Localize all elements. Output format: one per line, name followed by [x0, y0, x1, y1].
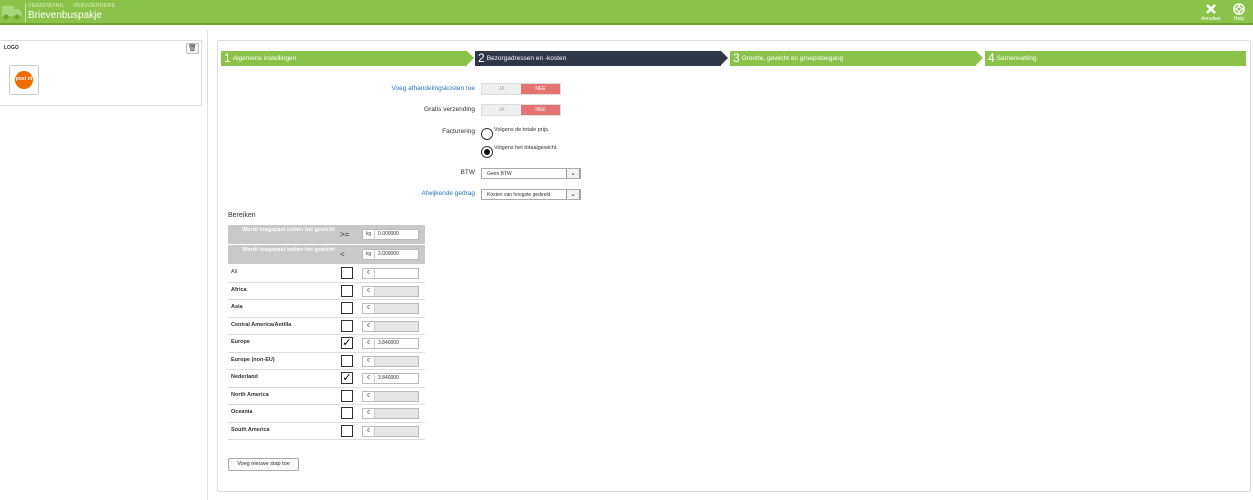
toggle-yes[interactable]: JA: [482, 105, 521, 115]
add-range-button[interactable]: Voeg nieuwe stap toe: [228, 458, 299, 471]
delete-logo-button[interactable]: 🗑: [186, 43, 199, 54]
zone-row: South America €: [228, 423, 425, 440]
zone-price-input[interactable]: €: [362, 408, 419, 419]
free-shipping-label: Gratis verzending: [424, 106, 475, 113]
zone-row: Europe (non-EU) €: [228, 353, 425, 370]
help-label: Help: [1233, 16, 1245, 22]
zone-row: Nederland ✓ €3.840000: [228, 370, 425, 388]
logo-heading: LOGO: [4, 45, 19, 51]
zone-name: Asia: [231, 304, 243, 310]
zone-price-input[interactable]: €: [362, 355, 419, 367]
logo-panel: LOGO 🗑 post nl: [0, 40, 202, 106]
vat-label: BTW: [460, 169, 475, 176]
carrier-logo: post nl: [9, 65, 39, 95]
zone-name: Nederland: [231, 374, 258, 380]
zone-price-input[interactable]: €: [362, 303, 419, 314]
zone-checkbox[interactable]: [341, 284, 353, 297]
zone-checkbox[interactable]: [341, 354, 353, 367]
toggle-no[interactable]: NEE: [521, 84, 560, 94]
zone-price-input[interactable]: €: [362, 425, 419, 437]
help-button[interactable]: Help: [1226, 3, 1252, 23]
zone-checkbox[interactable]: [341, 267, 353, 279]
zone-price-input[interactable]: €3.840000: [362, 373, 419, 384]
vat-select[interactable]: Geen BTW ⌄: [481, 168, 581, 179]
zone-row: North America €: [228, 388, 425, 405]
close-icon: [1206, 4, 1216, 14]
behavior-select[interactable]: Kosten van hoogste gedeeld ⌄: [481, 189, 581, 200]
zone-name: Europe (non-EU): [231, 356, 275, 363]
handling-toggle[interactable]: JA NEE: [481, 83, 561, 95]
cancel-label: Annuleer: [1200, 16, 1221, 22]
breadcrumb-item[interactable]: VERVOERDERS: [73, 3, 115, 9]
billing-price-label: Volgens de totale prijs.: [494, 127, 550, 133]
billing-price-radio[interactable]: [481, 128, 493, 140]
ranges-heading: Bereiken: [228, 212, 256, 219]
zone-checkbox[interactable]: ✓: [341, 372, 353, 384]
zone-name: South America: [231, 426, 270, 433]
zone-checkbox[interactable]: [341, 319, 353, 332]
step-1[interactable]: 1 Algemene instellingen: [221, 51, 474, 66]
zone-name: All: [231, 269, 238, 275]
zone-checkbox[interactable]: [341, 407, 353, 419]
page-title: Brievenbuspakje: [28, 10, 102, 21]
zone-checkbox[interactable]: [341, 302, 353, 314]
zone-row: Oceania €: [228, 405, 425, 423]
step-4[interactable]: 4 Samenvatting: [985, 51, 1246, 66]
step-2[interactable]: 2 Bezorgadressen en -kosten: [475, 51, 728, 66]
zone-row: Central America/Antilla €: [228, 318, 425, 335]
truck-icon: [2, 6, 22, 20]
zone-checkbox[interactable]: [341, 424, 353, 437]
toggle-yes[interactable]: JA: [482, 84, 521, 94]
zone-row: Asia €: [228, 300, 425, 318]
billing-weight-radio[interactable]: [481, 146, 493, 158]
breadcrumb-item[interactable]: VERZENDING: [28, 3, 64, 9]
zone-name: North America: [231, 391, 269, 398]
zone-name: Oceania: [231, 409, 253, 415]
zone-checkbox[interactable]: [341, 389, 353, 402]
toggle-no[interactable]: NEE: [521, 105, 560, 115]
zone-row: Europe ✓ €3.840000: [228, 335, 425, 353]
zone-row: All €: [228, 265, 425, 283]
zone-price-input[interactable]: €: [362, 320, 419, 332]
billing-weight-label: Volgens het totaalgewicht.: [494, 145, 558, 151]
range-to-row: Wordt toegepast indien het gewicht < kg …: [228, 245, 425, 265]
handling-label: Voeg afhandelingskosten toe: [391, 85, 475, 92]
zone-row: Africa €: [228, 283, 425, 300]
trash-icon: 🗑: [188, 45, 197, 52]
billing-label: Facturering: [442, 128, 475, 135]
top-bar: VERZENDING VERVOERDERS Brievenbuspakje A…: [0, 0, 1253, 25]
chevron-down-icon: ⌄: [566, 190, 580, 199]
zone-name: Africa: [231, 286, 247, 293]
step-3[interactable]: 3 Grootte, gewicht en groepstoegang: [730, 51, 983, 66]
zone-price-input[interactable]: €: [362, 268, 419, 279]
range-from-row: Wordt toegepast indien het gewicht >= kg…: [228, 225, 425, 245]
lifebuoy-icon: [1233, 3, 1245, 15]
zone-price-input[interactable]: €: [362, 390, 419, 402]
behavior-label: Afwijkende gedrag: [421, 190, 475, 197]
zone-name: Central America/Antilla: [231, 321, 292, 328]
zone-price-input[interactable]: €: [362, 285, 419, 297]
range-to-input[interactable]: kg 2.000000: [362, 249, 419, 260]
range-from-input[interactable]: kg 0.000000: [362, 229, 419, 240]
ranges-table: Wordt toegepast indien het gewicht >= kg…: [228, 225, 425, 440]
zone-price-input[interactable]: €3.840000: [362, 338, 419, 349]
zone-name: Europe: [231, 339, 250, 345]
cancel-button[interactable]: Annuleer: [1198, 3, 1224, 23]
free-shipping-toggle[interactable]: JA NEE: [481, 104, 561, 116]
zone-checkbox[interactable]: ✓: [341, 337, 353, 349]
chevron-down-icon: ⌄: [566, 169, 580, 178]
carrier-wizard: 1 Algemene instellingen 2 Bezorgadressen e…: [217, 40, 1251, 492]
breadcrumb: VERZENDING VERVOERDERS: [28, 3, 123, 9]
wizard-steps: 1 Algemene instellingen 2 Bezorgadressen e…: [221, 51, 1246, 66]
